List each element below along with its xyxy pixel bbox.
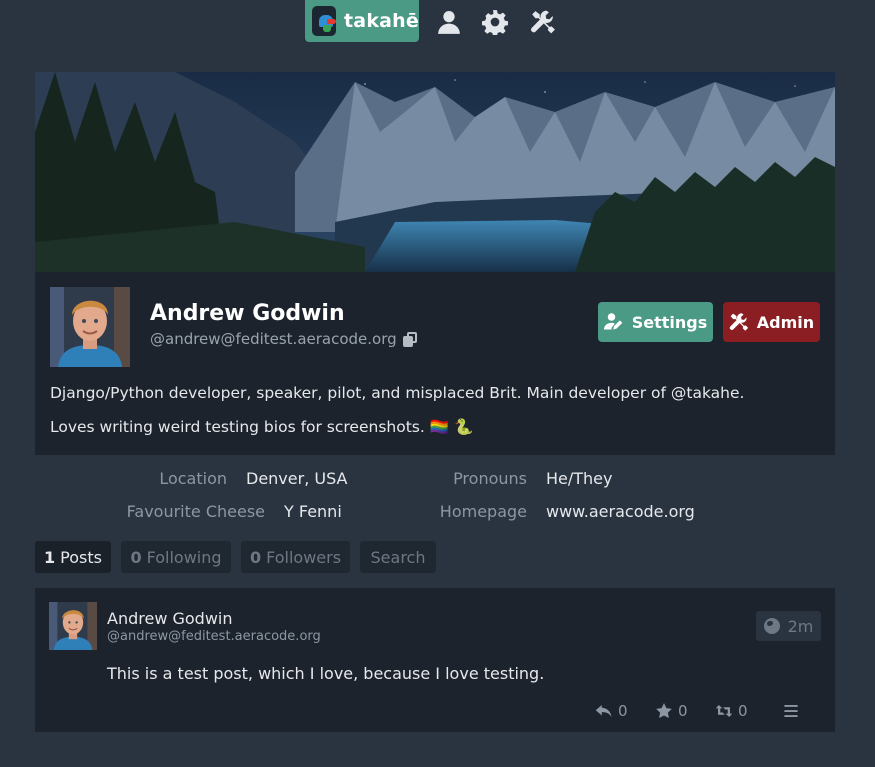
admin-label: Admin <box>756 312 815 332</box>
tab-followers[interactable]: 0 Followers <box>241 541 350 573</box>
admin-button[interactable]: Admin <box>723 302 820 342</box>
like-button[interactable]: 0 <box>655 702 688 720</box>
tab-label: Search <box>370 547 426 567</box>
avatar[interactable] <box>49 602 97 650</box>
profile-handle: @andrew@feditest.aeracode.org <box>150 330 419 348</box>
settings-label: Settings <box>631 312 708 332</box>
reply-count: 0 <box>618 702 628 720</box>
tab-label: Followers <box>266 547 342 567</box>
tab-label: Posts <box>60 547 102 567</box>
meta-value-cheese: Y Fenni <box>284 502 342 521</box>
takahe-logo-icon <box>312 6 337 36</box>
bio-line: Django/Python developer, speaker, pilot,… <box>50 384 745 402</box>
meta-label-location: Location <box>159 469 227 488</box>
meta-label-cheese: Favourite Cheese <box>126 502 265 521</box>
post-author-name[interactable]: Andrew Godwin <box>107 609 233 628</box>
post-author-handle[interactable]: @andrew@feditest.aeracode.org <box>107 629 321 644</box>
post-card: Andrew Godwin @andrew@feditest.aeracode.… <box>35 588 835 732</box>
tab-count: 0 <box>249 547 262 567</box>
user-icon[interactable] <box>436 9 462 35</box>
boost-count: 0 <box>738 702 748 720</box>
like-count: 0 <box>678 702 688 720</box>
post-timestamp[interactable]: 2m <box>756 611 821 641</box>
tab-label: Following <box>146 547 222 567</box>
profile-name: Andrew Godwin <box>150 301 345 326</box>
tab-search[interactable]: Search <box>360 541 436 573</box>
user-edit-icon <box>603 313 623 330</box>
top-nav: takahē <box>0 0 875 42</box>
star-icon <box>656 703 672 719</box>
copy-icon[interactable] <box>402 331 419 347</box>
retweet-icon <box>715 705 733 717</box>
globe-icon <box>763 618 780 634</box>
tab-count: 1 <box>44 547 56 567</box>
settings-button[interactable]: Settings <box>598 302 713 342</box>
brand-name: takahē <box>344 10 419 32</box>
tools-icon <box>729 313 748 331</box>
homepage-link[interactable]: www.aeracode.org <box>546 502 695 521</box>
boost-button[interactable]: 0 <box>715 702 748 720</box>
meta-value-pronouns: He/They <box>546 469 613 488</box>
meta-value-location: Denver, USA <box>246 469 348 488</box>
post-time-text: 2m <box>787 616 814 636</box>
tab-following[interactable]: 0 Following <box>121 541 231 573</box>
brand-home-link[interactable]: takahē <box>305 0 419 42</box>
meta-label-pronouns: Pronouns <box>453 469 527 488</box>
reply-button[interactable]: 0 <box>595 702 628 720</box>
post-menu-button[interactable] <box>782 702 800 720</box>
tab-count: 0 <box>130 547 142 567</box>
avatar[interactable] <box>50 287 130 367</box>
gear-icon[interactable] <box>481 9 509 37</box>
post-content: This is a test post, which I love, becau… <box>107 664 545 683</box>
menu-icon <box>784 705 798 717</box>
tab-posts[interactable]: 1 Posts <box>35 541 111 573</box>
profile-card: Andrew Godwin @andrew@feditest.aeracode.… <box>35 272 835 455</box>
meta-label-homepage: Homepage <box>439 502 527 521</box>
tools-icon[interactable] <box>530 9 556 35</box>
handle-text: @andrew@feditest.aeracode.org <box>150 330 397 348</box>
bio-line: Loves writing weird testing bios for scr… <box>50 418 474 436</box>
profile-banner-image <box>35 72 835 272</box>
reply-icon <box>595 705 612 717</box>
